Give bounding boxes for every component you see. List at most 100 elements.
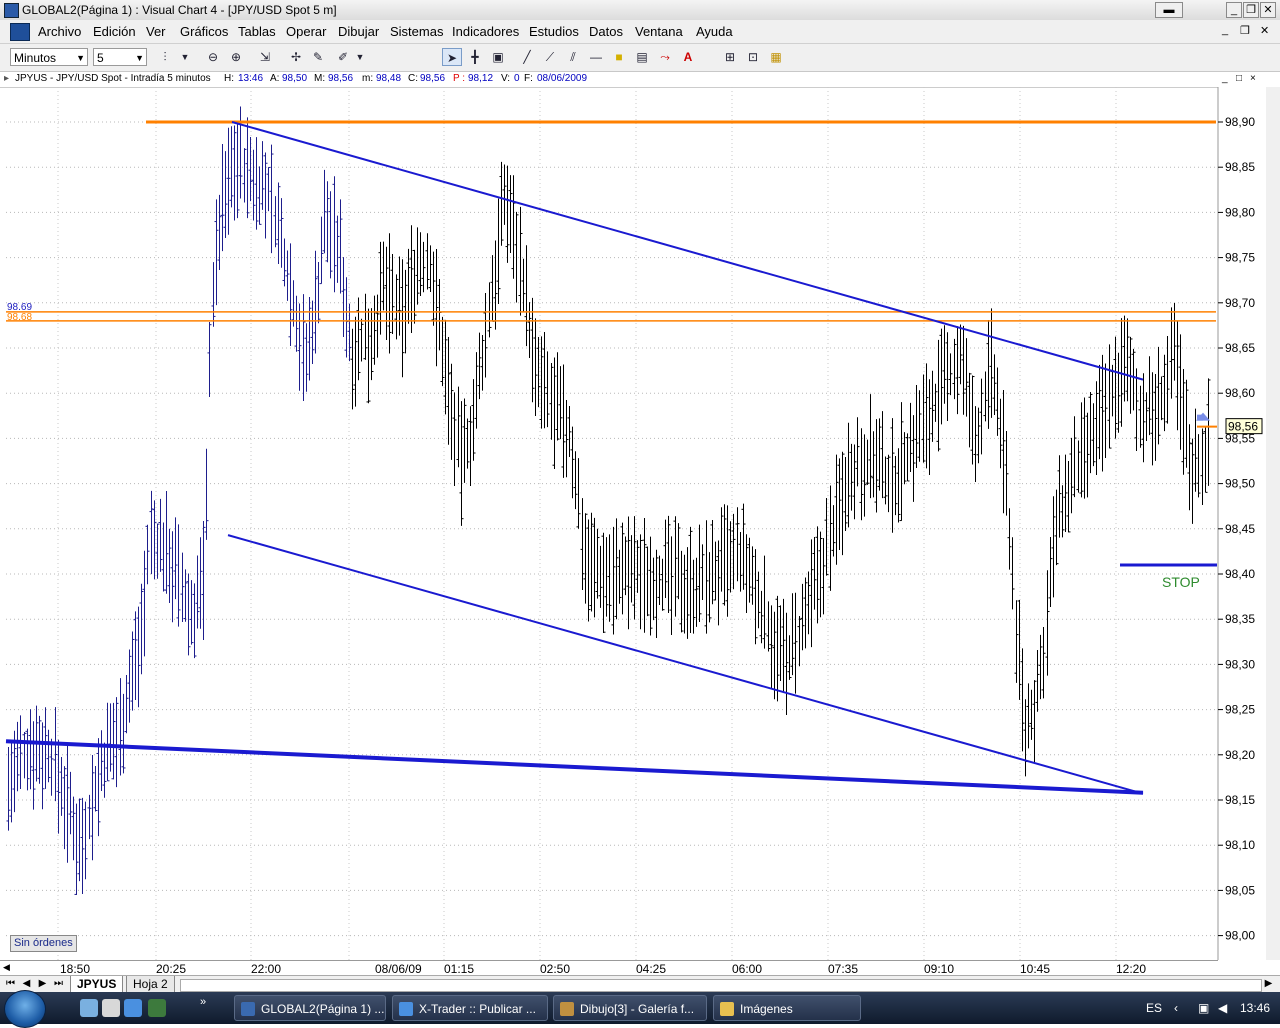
x-tick-label: 10:45 [1020,962,1051,976]
v-value: 0 [514,73,520,84]
child-close-button[interactable]: ✕ [1260,2,1276,18]
stop-label: STOP [1162,574,1200,590]
network-icon[interactable]: ▣ [1198,1001,1209,1015]
p-value: 98,12 [468,73,494,84]
prev-sheet-icon[interactable]: ◀ [20,978,33,990]
grid-icon[interactable]: ⊞ [720,48,740,66]
menu-dibujar[interactable]: Dibujar [338,24,379,39]
task-global2[interactable]: GLOBAL2(Página 1) ... [234,995,386,1021]
timeframe-select[interactable]: Minutos ▼ [10,48,88,66]
last-sheet-icon[interactable]: ⏭ [52,978,65,990]
clock[interactable]: 13:46 [1240,1001,1270,1015]
sheet-tabs-bar: ⏮ ◀ ▶ ⏭ JPYUS Hoja 2 ▶ [0,975,1280,993]
price-chart[interactable]: 98.6998.68STOP 98,9098,8598,8098,7598,70… [0,87,1280,960]
trendline-icon[interactable]: ╱ [517,48,537,66]
mdi-close-icon[interactable]: ✕ [1260,24,1269,37]
y-tick-label: 98,35 [1225,612,1255,626]
sheet-tab-jpyus[interactable]: JPYUS [70,976,124,993]
first-sheet-icon[interactable]: ⏮ [4,978,17,990]
next-sheet-icon[interactable]: ▶ [36,978,49,990]
chart-restore-icon[interactable]: □ [1236,73,1242,84]
mdi-minimize-icon[interactable]: _ [1222,24,1228,36]
child-restore-button[interactable]: ❐ [1243,2,1259,18]
bar-type-icon[interactable]: ⫶ [155,48,175,66]
task-dibujo[interactable]: Dibujo[3] - Galería f... [553,995,707,1021]
scale-icon[interactable]: ⇲ [255,48,275,66]
header-marker-icon: ▸ [4,73,10,84]
magnet-icon[interactable]: ⊡ [743,48,763,66]
menu-operar[interactable]: Operar [286,24,326,39]
menu-ver[interactable]: Ver [146,24,166,39]
menu-sistemas[interactable]: Sistemas [390,24,443,39]
menu-graficos[interactable]: Gráficos [180,24,228,39]
internet-explorer-icon[interactable] [124,999,142,1017]
p-label: P : [453,73,466,84]
menu-indicadores[interactable]: Indicadores [452,24,519,39]
price-axis[interactable]: 98,9098,8598,8098,7598,7098,6598,6098,55… [1217,87,1280,960]
scroll-right-icon[interactable]: ▶ [1262,978,1275,990]
show-desktop-icon[interactable] [80,999,98,1017]
min-label: m: [362,73,374,84]
alert-icon[interactable]: ▦ [766,48,786,66]
crosshair-icon[interactable]: ✢ [286,48,306,66]
fibonacci-icon[interactable]: ⤳ [655,48,675,66]
menu-tablas[interactable]: Tablas [238,24,276,39]
rectangle-select-icon[interactable]: ▣ [488,48,508,66]
menu-archivo[interactable]: Archivo [38,24,81,39]
zoom-out-icon[interactable]: ⊖ [203,48,223,66]
y-tick-label: 98,20 [1225,748,1255,762]
y-tick-label: 98,15 [1225,793,1255,807]
toolbar: Minutos ▼ 5 ▼ ⫶ ▼ ⊖ ⊕ ⇲ ✢ ✎ ✐ ▼ ➤ ╋ ▣ ╱ … [0,44,1280,72]
chart-window-icon[interactable] [10,23,30,41]
sheet-tab-hoja2[interactable]: Hoja 2 [126,976,175,993]
task-xtrader[interactable]: X-Trader :: Publicar ... [392,995,548,1021]
menu-ventana[interactable]: Ventana [635,24,683,39]
x-tick-label: 18:50 [60,962,91,976]
ray-line-icon[interactable]: ⟋ [540,48,560,66]
rectangle-icon[interactable]: ■ [609,48,629,66]
vertical-scrollbar [1266,87,1280,960]
start-button[interactable] [4,990,46,1028]
cross-cursor-icon[interactable]: ╋ [465,48,485,66]
horizontal-line-icon[interactable]: — [586,48,606,66]
symbol-description: JPYUS - JPY/USD Spot - Intradía 5 minuto… [15,73,211,84]
scroll-left-icon[interactable]: ◀ [3,962,10,973]
tray-expand-icon[interactable]: ‹ [1174,1001,1178,1015]
chart-minimize-icon[interactable]: _ [1222,73,1228,84]
orders-status-badge[interactable]: Sin órdenes [10,935,77,952]
minimize-button[interactable]: ▬ [1155,2,1183,18]
horizontal-scrollbar[interactable] [180,979,1262,992]
chevron-down-icon[interactable]: ▼ [350,48,370,66]
language-indicator[interactable]: ES [1146,1001,1162,1015]
support-trendline [5,739,1144,795]
app-icon[interactable] [4,3,19,18]
pointer-icon[interactable]: ➤ [442,48,462,66]
channel-icon[interactable]: ⫽ [563,48,583,66]
taskbar: » GLOBAL2(Página 1) ... X-Trader :: Publ… [0,990,1280,1028]
zoom-in-icon[interactable]: ⊕ [226,48,246,66]
draw-tool-icon[interactable]: ✎ [308,48,328,66]
menu-edicion[interactable]: Edición [93,24,136,39]
chart-close-icon[interactable]: × [1250,73,1256,84]
explorer-icon[interactable] [102,999,120,1017]
task-label: Imágenes [740,1002,793,1016]
a-label: A: [270,73,280,84]
menu-ayuda[interactable]: Ayuda [696,24,733,39]
period-select[interactable]: 5 ▼ [93,48,147,66]
media-player-icon[interactable] [148,999,166,1017]
chevron-down-icon[interactable]: ▼ [175,48,195,66]
time-axis[interactable]: ◀ 18:50 20:25 22:00 08/06/09 01:15 02:50… [0,960,1218,976]
quicklaunch-more-icon[interactable]: » [200,996,206,1008]
y-tick-label: 98,30 [1225,657,1255,671]
text-box-icon[interactable]: ▤ [632,48,652,66]
x-tick-label: 20:25 [156,962,187,976]
task-imagenes[interactable]: Imágenes [713,995,861,1021]
child-minimize-button[interactable]: _ [1226,2,1242,18]
menu-estudios[interactable]: Estudios [529,24,579,39]
y-tick-label: 98,05 [1225,883,1255,897]
mdi-restore-icon[interactable]: ❐ [1240,24,1250,37]
text-tool-icon[interactable]: A [678,48,698,66]
menu-datos[interactable]: Datos [589,24,623,39]
chevron-down-icon: ▼ [135,53,144,63]
volume-icon[interactable]: ◀ [1218,1001,1227,1015]
